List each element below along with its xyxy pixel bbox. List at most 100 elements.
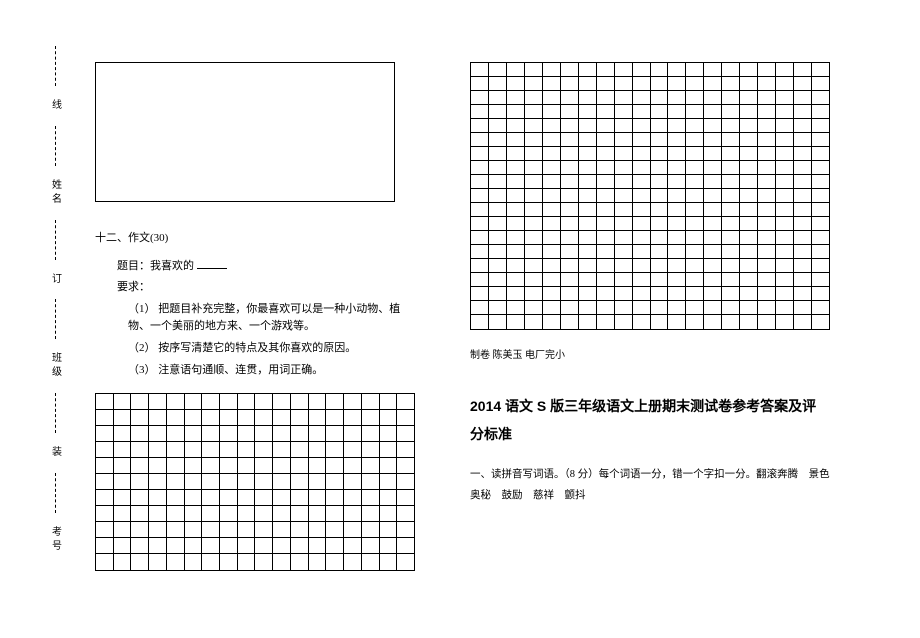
strip-divider [55, 126, 56, 166]
grid-row [471, 119, 829, 133]
grid-cell [597, 259, 615, 272]
grid-cell [794, 287, 812, 300]
grid-cell [776, 105, 794, 118]
grid-row [96, 490, 414, 506]
grid-cell [489, 245, 507, 258]
grid-cell [722, 133, 740, 146]
grid-cell [507, 105, 525, 118]
grid-cell [758, 189, 776, 202]
grid-cell [202, 490, 220, 505]
grid-cell [776, 189, 794, 202]
grid-cell [326, 506, 344, 521]
grid-cell [794, 315, 812, 329]
grid-cell [776, 119, 794, 132]
grid-cell [740, 147, 758, 160]
grid-cell [185, 538, 203, 553]
strip-label-class: 班级 [48, 352, 63, 380]
grid-cell [561, 231, 579, 244]
grid-cell [525, 63, 543, 76]
grid-cell [326, 554, 344, 570]
grid-row [471, 133, 829, 147]
grid-cell [202, 554, 220, 570]
grid-cell [633, 259, 651, 272]
grid-cell [489, 147, 507, 160]
grid-cell [525, 301, 543, 314]
grid-cell [561, 105, 579, 118]
grid-cell [525, 119, 543, 132]
grid-cell [722, 147, 740, 160]
grid-cell [686, 287, 704, 300]
grid-cell [758, 133, 776, 146]
grid-cell [794, 273, 812, 286]
grid-cell [238, 410, 256, 425]
credit-line: 制卷 陈美玉 电厂完小 [470, 348, 830, 364]
grid-cell [615, 217, 633, 230]
grid-cell [668, 175, 686, 188]
grid-cell [651, 273, 669, 286]
answer-q1: 一、读拼音写词语。（8 分）每个词语一分，错一个字扣一分。翻滚奔腾 景色 奥秘 … [470, 464, 830, 506]
grid-cell [273, 410, 291, 425]
grid-cell [525, 105, 543, 118]
grid-cell [471, 245, 489, 258]
grid-cell [794, 259, 812, 272]
grid-cell [114, 410, 132, 425]
grid-cell [776, 203, 794, 216]
grid-cell [507, 133, 525, 146]
grid-cell [507, 231, 525, 244]
grid-cell [397, 522, 414, 537]
grid-cell [185, 554, 203, 570]
grid-cell [273, 426, 291, 441]
grid-cell [722, 77, 740, 90]
grid-cell [579, 119, 597, 132]
grid-row [471, 217, 829, 231]
grid-cell [633, 217, 651, 230]
left-column: 十二、作文(30) 题目：我喜欢的 要求： （1） 把题目补充完整，你最喜欢可以… [95, 62, 415, 571]
grid-row [96, 474, 414, 490]
grid-cell [686, 217, 704, 230]
grid-cell [633, 189, 651, 202]
strip-mark-ding: 订 [48, 273, 63, 287]
grid-cell [579, 161, 597, 174]
grid-row [471, 161, 829, 175]
grid-cell [812, 63, 829, 76]
grid-cell [758, 231, 776, 244]
grid-cell [686, 273, 704, 286]
grid-cell [633, 245, 651, 258]
grid-cell [220, 410, 238, 425]
grid-cell [615, 189, 633, 202]
grid-cell [131, 394, 149, 409]
grid-cell [651, 231, 669, 244]
grid-cell [489, 175, 507, 188]
grid-cell [597, 189, 615, 202]
grid-cell [740, 161, 758, 174]
grid-cell [776, 259, 794, 272]
grid-cell [131, 538, 149, 553]
grid-cell [114, 458, 132, 473]
grid-cell [740, 203, 758, 216]
grid-cell [579, 287, 597, 300]
grid-cell [704, 63, 722, 76]
grid-cell [668, 119, 686, 132]
grid-cell [380, 506, 398, 521]
topic-label: 题目：我喜欢的 [117, 260, 194, 272]
grid-cell [812, 315, 829, 329]
grid-cell [740, 273, 758, 286]
grid-cell [362, 522, 380, 537]
grid-cell [291, 490, 309, 505]
grid-cell [525, 259, 543, 272]
strip-divider [55, 220, 56, 260]
grid-cell [758, 245, 776, 258]
grid-cell [740, 105, 758, 118]
grid-row [96, 522, 414, 538]
grid-cell [489, 91, 507, 104]
grid-cell [722, 301, 740, 314]
grid-cell [309, 458, 327, 473]
strip-label-exam-no: 考号 [48, 526, 63, 554]
grid-cell [597, 301, 615, 314]
grid-cell [131, 490, 149, 505]
grid-cell [489, 77, 507, 90]
grid-cell [776, 175, 794, 188]
grid-cell [471, 77, 489, 90]
grid-cell [543, 217, 561, 230]
grid-row [471, 91, 829, 105]
